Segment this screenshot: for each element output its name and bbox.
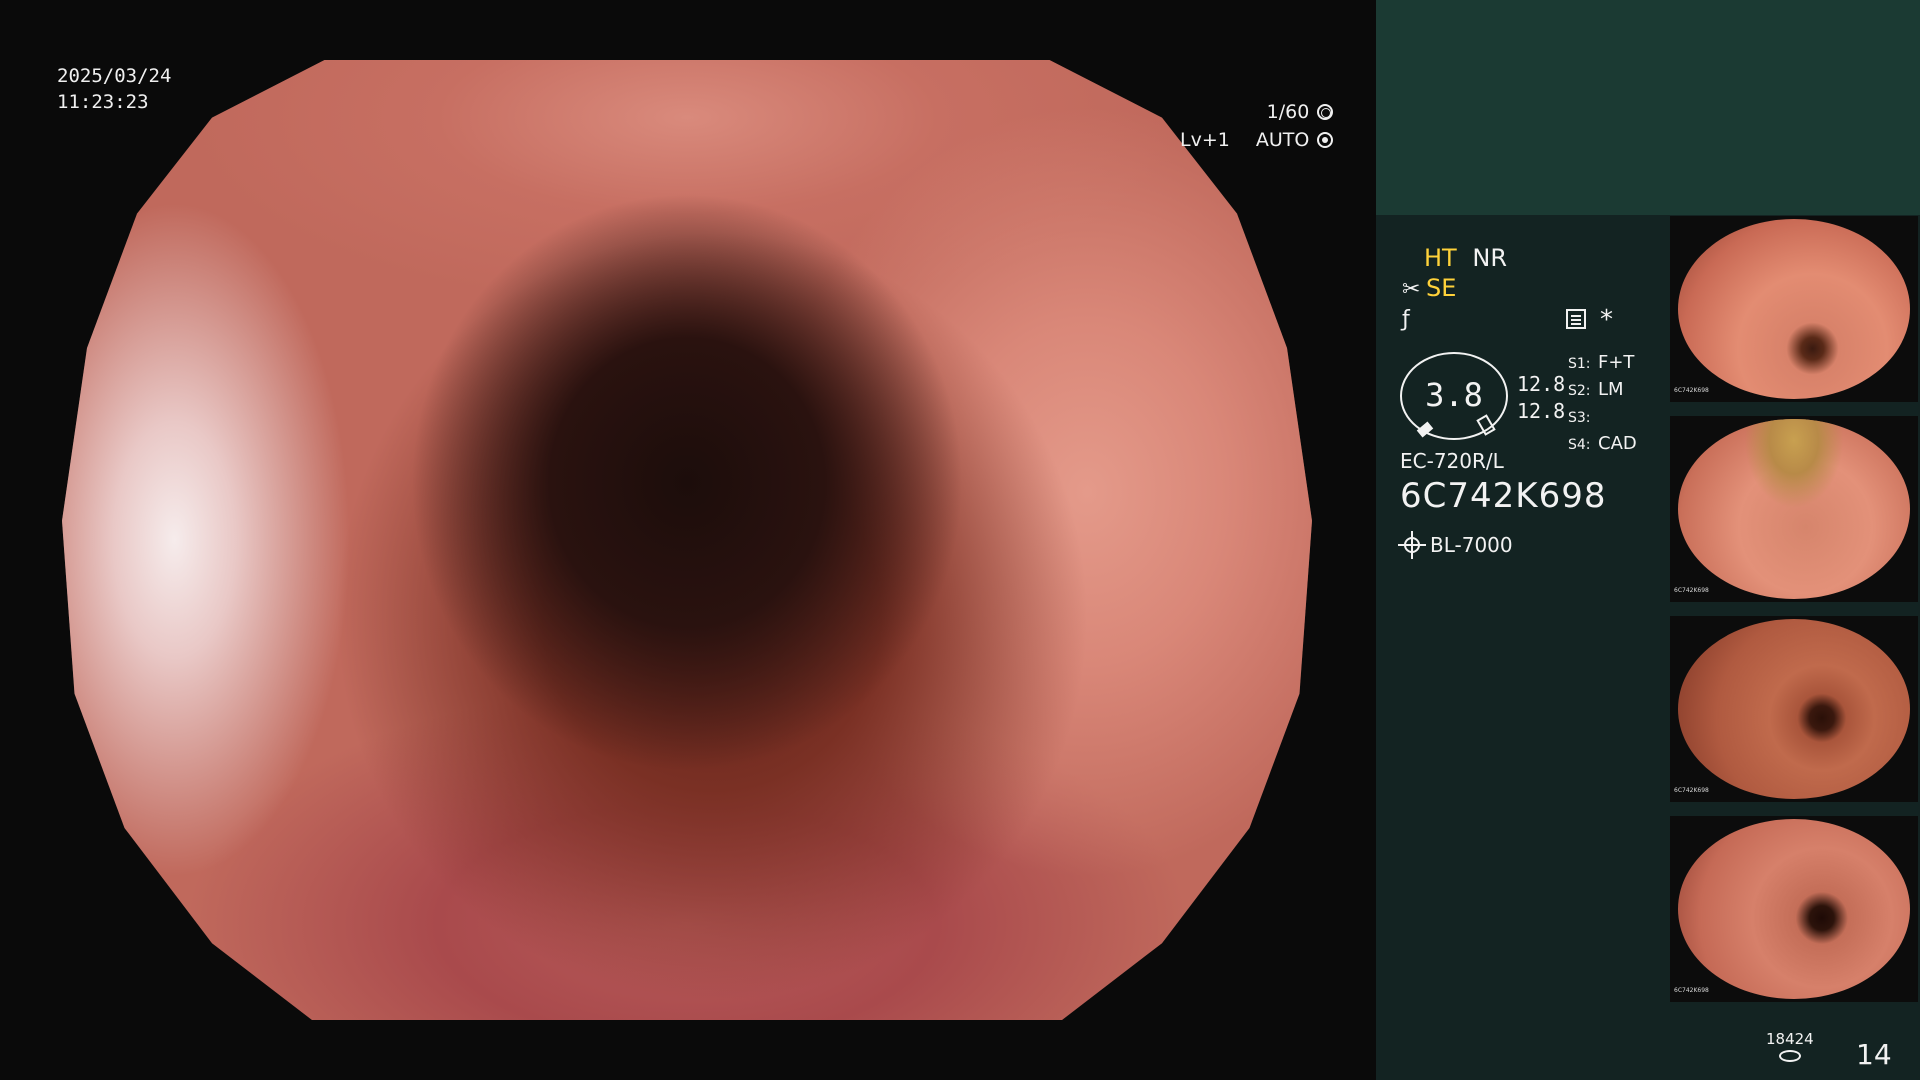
gauge-upper-value: 12.8 [1517,372,1566,396]
thumbnail-caption: 6C742K698 [1674,587,1709,594]
thumbnail-caption: 6C742K698 [1674,987,1709,994]
shutter-speed: 1/60 [1266,101,1310,123]
light-source-icon [1398,531,1426,559]
date-label: 2025/03/24 [57,65,172,87]
light-source: BL-7000 [1398,531,1513,559]
capture-thumbnail[interactable]: 6C742K698 [1670,816,1918,1002]
slot-key: S4: [1568,437,1591,453]
slot-key: S2: [1568,383,1591,399]
thumbnail-caption: 6C742K698 [1674,787,1709,794]
slot-s3: S3: [1568,404,1637,431]
capture-thumbnail[interactable]: 6C742K698 [1670,416,1918,602]
scope-model: EC-720R/L [1400,449,1504,473]
zoom-gauge: 3.8 [1400,352,1508,440]
switch-assignments: S1: F+T S2: LM S3: S4: CAD [1568,350,1637,458]
slot-key: S3: [1568,410,1591,426]
time-label: 11:23:23 [57,91,149,113]
image-count: 18424 [1766,1030,1814,1048]
slot-s1: S1: F+T [1568,350,1637,377]
slot-key: S1: [1568,356,1591,372]
slot-value: LM [1598,379,1624,400]
thumbnail-image [1678,419,1910,599]
light-source-label: BL-7000 [1430,533,1513,557]
endoscope-viewport: 2025/03/24 11:23:23 1/60 Lv+1 AUTO [0,0,1376,1080]
settings-list-icon [1566,309,1586,329]
brightness-level: Lv+1 [1180,129,1230,151]
thumbnail-image [1678,619,1910,799]
gauge-lower-value: 12.8 [1517,399,1566,423]
scissors-icon: ✂ [1402,277,1421,302]
timestamp: 2025/03/24 11:23:23 [57,63,171,115]
ht-indicator: HT [1424,244,1457,272]
thumbnail-caption: 6C742K698 [1674,387,1709,394]
image-counter: 18424 [1766,1030,1814,1062]
slot-s2: S2: LM [1568,377,1637,404]
capture-thumbnail[interactable]: 6C742K698 [1670,216,1918,402]
nr-indicator: NR [1472,244,1507,272]
thumbnail-image [1678,819,1910,999]
asterisk-indicator: * [1600,305,1613,335]
se-indicator: SE [1426,274,1457,302]
slot-s4: S4: CAD [1568,431,1637,458]
exposure-info: 1/60 Lv+1 AUTO [1180,98,1334,154]
storage-disk-icon [1778,1050,1801,1062]
page-number: 14 [1856,1038,1892,1071]
capture-thumbnail[interactable]: 6C742K698 [1670,616,1918,802]
thumbnail-image [1678,219,1910,399]
aperture-icon [1317,104,1334,120]
panel-header [1376,0,1920,215]
endoscope-live-image [62,60,1312,1020]
slot-value: CAD [1598,433,1637,454]
f-curve-icon: ƒ [1402,307,1410,332]
gauge-value: 3.8 [1425,376,1483,414]
exposure-mode: AUTO [1255,129,1310,151]
slot-value: F+T [1598,352,1635,373]
scope-serial: 6C742K698 [1400,476,1607,516]
auto-exposure-icon [1317,132,1334,148]
